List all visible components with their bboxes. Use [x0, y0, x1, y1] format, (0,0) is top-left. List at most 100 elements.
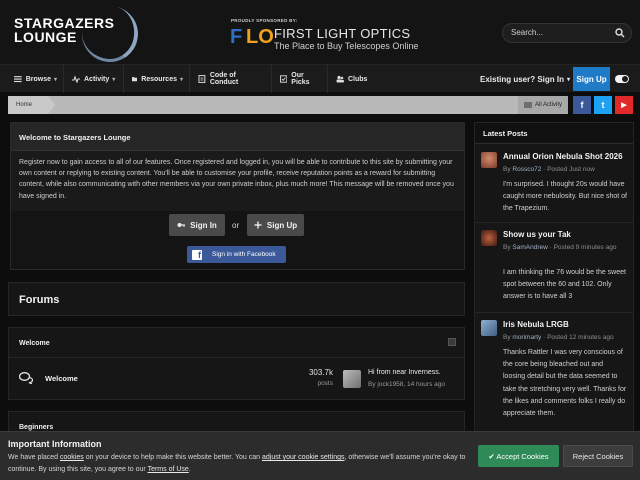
avatar[interactable] — [481, 320, 497, 336]
facebook-signin-button[interactable]: f Sign in with Facebook — [187, 246, 286, 263]
cookie-text-2: on your device to help make this website… — [83, 454, 262, 461]
logo-line-2: LOUNGE — [14, 29, 77, 45]
site-logo[interactable]: STARGAZERS LOUNGE — [12, 1, 143, 67]
nav-clubs-label: Clubs — [348, 75, 368, 83]
facebook-icon: f — [192, 249, 202, 260]
sponsor-mark-f: F — [230, 26, 243, 48]
nav-clubs[interactable]: Clubs — [330, 65, 374, 93]
latest-posts-title: Latest Posts — [475, 123, 633, 144]
existing-user-signin[interactable]: Existing user? Sign In ▾ — [480, 65, 570, 93]
collapse-toggle[interactable] — [448, 338, 456, 346]
avatar[interactable] — [481, 152, 497, 168]
sign-in-button[interactable]: Sign In — [169, 214, 225, 236]
forums-header: Forums — [8, 282, 465, 316]
post-author[interactable]: SamAndrew — [512, 244, 547, 251]
sponsor-title: FIRST LIGHT OPTICS — [274, 26, 411, 41]
sign-up-button[interactable]: Sign Up — [573, 67, 610, 91]
logo-line-1: STARGAZERS — [14, 15, 115, 31]
key-icon — [177, 223, 186, 227]
cookie-settings-link[interactable]: adjust your cookie settings — [262, 454, 345, 461]
nav-resources[interactable]: Resources ▾ — [126, 65, 190, 93]
avatar[interactable] — [343, 370, 361, 388]
chevron-down-icon: ▾ — [53, 76, 57, 83]
nav-browse[interactable]: Browse ▾ — [8, 65, 64, 93]
category-welcome: Welcome Welcome 303.7k posts Hi from nea… — [8, 327, 465, 400]
post-time: · Posted 9 minutes ago — [547, 244, 617, 251]
theme-toggle[interactable] — [615, 75, 629, 83]
reject-cookies-button[interactable]: Reject Cookies — [563, 445, 633, 467]
sponsor-label: PROUDLY SPONSORED BY: — [231, 18, 298, 23]
search-input[interactable]: Search... — [502, 23, 632, 43]
category-title[interactable]: Welcome — [9, 328, 464, 358]
nav-code-of-conduct-label: Code of Conduct — [209, 72, 239, 86]
post-title[interactable]: Show us your Tak — [503, 230, 571, 239]
latest-posts-panel: Latest Posts Annual Orion Nebula Shot 20… — [474, 122, 634, 432]
menu-icon — [14, 76, 22, 83]
plus-icon — [254, 221, 262, 229]
sponsor-banner[interactable]: PROUDLY SPONSORED BY: F LO FIRST LIGHT O… — [230, 16, 430, 56]
all-activity-label: All Activity — [535, 102, 563, 108]
welcome-text: Register now to gain access to all of ou… — [19, 159, 454, 200]
nav-activity-label: Activity — [84, 75, 110, 83]
forums-title: Forums — [19, 294, 60, 306]
post-meta: By morimarty · Posted 12 minutes ago — [503, 333, 629, 343]
breadcrumb: Home All Activity — [8, 96, 568, 114]
sponsor-subtitle: The Place to Buy Telescopes Online — [274, 41, 419, 51]
nav-our-picks[interactable]: Our Picks — [274, 65, 328, 93]
forum-name[interactable]: Welcome — [45, 374, 78, 383]
nav-resources-label: Resources — [141, 75, 177, 83]
list-item[interactable]: Annual Orion Nebula Shot 2026 By Rossco7… — [475, 145, 633, 223]
terms-of-use-link[interactable]: Terms of Use — [148, 466, 189, 473]
avatar[interactable] — [481, 230, 497, 246]
post-meta: By SamAndrew · Posted 9 minutes ago — [503, 243, 629, 253]
folder-icon — [132, 77, 138, 82]
sign-in-label: Sign In — [190, 220, 217, 230]
cookie-text-1: We have placed — [8, 454, 61, 461]
check-icon — [280, 75, 288, 83]
nav-activity[interactable]: Activity ▾ — [66, 65, 124, 93]
post-excerpt: Thanks Rattler I was very conscious of t… — [503, 349, 627, 418]
post-by: By — [503, 166, 513, 173]
post-time: · Posted Just now — [541, 166, 595, 173]
cookie-text: We have placed cookies on your device to… — [8, 452, 468, 475]
forum-post-count-label: posts — [317, 380, 333, 387]
post-excerpt: I am thinking the 76 would be the sweet … — [503, 269, 626, 301]
post-author[interactable]: Rossco72 — [512, 166, 541, 173]
post-title[interactable]: Annual Orion Nebula Shot 2026 — [503, 152, 623, 161]
forum-row[interactable]: Welcome 303.7k posts Hi from near Invern… — [9, 359, 464, 399]
all-activity-link[interactable]: All Activity — [518, 96, 568, 114]
cookie-banner: Important Information We have placed coo… — [0, 431, 640, 480]
logo-text: STARGAZERS LOUNGE — [14, 16, 114, 44]
breadcrumb-home[interactable]: Home — [8, 96, 55, 114]
nav-code-of-conduct[interactable]: Code of Conduct — [192, 65, 272, 93]
post-title[interactable]: Iris Nebula LRGB — [503, 320, 569, 329]
sponsor-mark-lo: LO — [246, 26, 274, 48]
search-icon[interactable] — [615, 28, 625, 38]
search-placeholder: Search... — [511, 28, 544, 37]
list-item[interactable]: Show us your Tak By SamAndrew · Posted 9… — [475, 223, 633, 313]
twitter-icon[interactable]: t — [594, 96, 612, 114]
cookie-title: Important Information — [8, 439, 102, 449]
accept-cookies-button[interactable]: ✔ Accept Cookies — [478, 445, 559, 467]
forum-post-count: 303.7k — [308, 368, 333, 377]
chevron-down-icon: ▾ — [112, 76, 116, 83]
post-by: By — [503, 334, 513, 341]
activity-icon — [524, 102, 532, 108]
post-author[interactable]: morimarty — [512, 334, 541, 341]
facebook-icon[interactable]: f — [573, 96, 591, 114]
cookies-link[interactable]: cookies — [60, 454, 84, 461]
post-meta: By Rossco72 · Posted Just now — [503, 165, 629, 175]
last-post-meta: By jock1958, 14 hours ago — [368, 381, 445, 388]
sign-up-panel-label: Sign Up — [266, 220, 298, 230]
last-post-title[interactable]: Hi from near Inverness. — [368, 369, 441, 376]
document-icon — [198, 75, 206, 83]
post-excerpt: I'm surprised. I thought 20s would have … — [503, 181, 627, 213]
users-icon — [336, 75, 344, 83]
sponsor-logo-mark: F LO — [230, 26, 274, 48]
list-item[interactable]: Iris Nebula LRGB By morimarty · Posted 1… — [475, 313, 633, 431]
facebook-signin-label: Sign in with Facebook — [212, 251, 276, 258]
youtube-icon[interactable]: ▶ — [615, 96, 633, 114]
chevron-down-icon: ▾ — [179, 76, 183, 83]
cookie-text-4: . — [188, 465, 191, 473]
sign-up-panel-button[interactable]: Sign Up — [247, 214, 304, 236]
